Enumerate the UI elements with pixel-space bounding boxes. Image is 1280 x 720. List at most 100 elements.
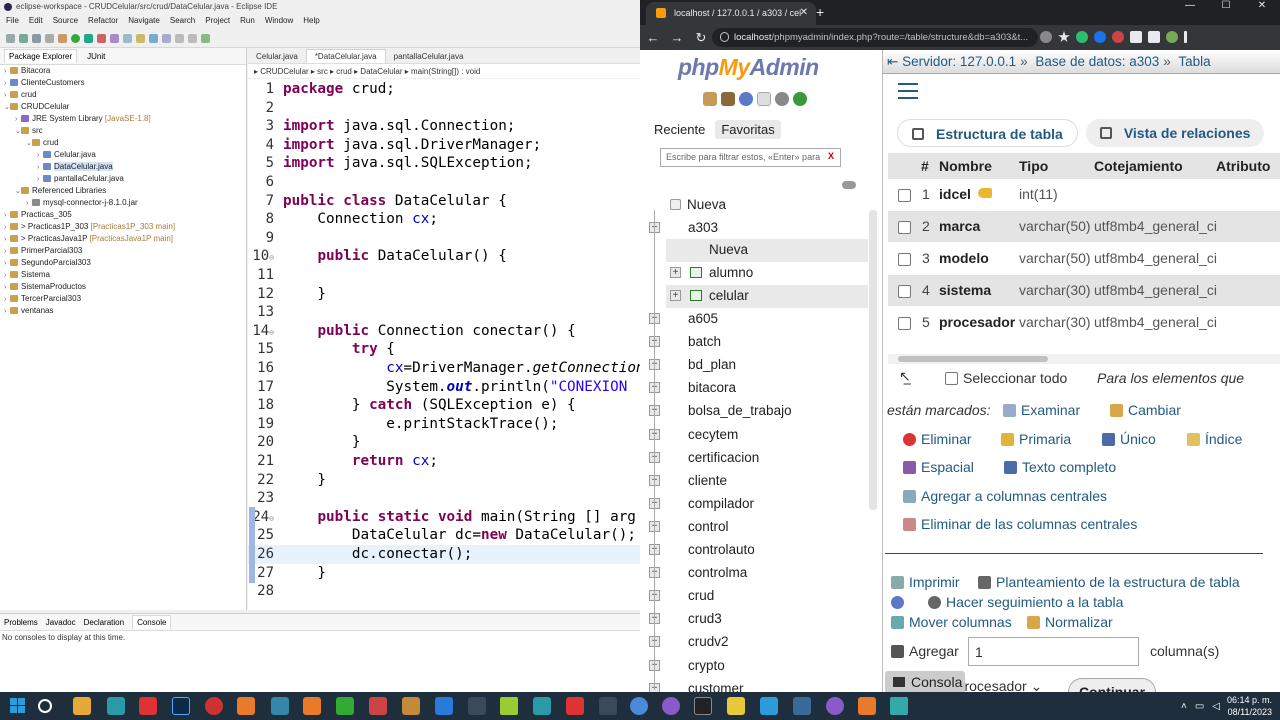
clock[interactable]: 06:14 p. m. 08/11/2023 [1227,694,1272,718]
tab-console[interactable]: Console [132,615,172,629]
table-horizontal-scrollbar[interactable] [888,354,1280,364]
save-icon[interactable] [19,33,28,43]
bookmark-star-icon[interactable] [1058,31,1070,42]
tab-problems[interactable]: Problems [4,618,38,627]
table-row[interactable]: 1 idcel int(11) [888,179,1280,210]
code-line[interactable]: 18 } catch (SQLException e) { [248,396,640,415]
xampp-icon[interactable] [237,697,255,715]
tab-javadoc[interactable]: Javadoc [46,618,76,627]
row-checkbox[interactable] [898,189,911,202]
app-yellow-icon[interactable] [727,697,745,715]
back-arrow-icon[interactable]: ← [642,30,664,45]
app-teal-icon[interactable] [271,697,289,715]
tab-datacelular-java[interactable]: *DataCelular.java [305,49,386,63]
chevron-up-icon[interactable]: ˄ [1181,701,1187,712]
code-line[interactable]: 26 dc.conectar(); [248,545,640,564]
close-tab-icon[interactable]: ✕ [800,7,808,18]
vscode-icon[interactable] [435,697,453,715]
examinar-button[interactable]: Examinar [1003,402,1080,418]
tree-item[interactable]: › crud [0,89,246,101]
tab-reciente[interactable]: Reciente [648,120,712,139]
forward-arrow-icon[interactable]: → [666,30,688,45]
tree-db-item[interactable]: +controlma [640,562,868,585]
seguimiento-link[interactable]: Hacer seguimiento a la tabla [928,594,1123,610]
code-line[interactable]: 2 [248,99,640,118]
tab-estructura-tabla[interactable]: Estructura de tabla [897,119,1078,147]
tree-db-item[interactable]: +certificacion [640,447,868,470]
app-circle-icon[interactable] [205,697,223,715]
menu-refactor[interactable]: Refactor [88,16,118,27]
editor-breadcrumb[interactable]: ▸ CRUDCelular ▸ src ▸ crud ▸ DataCelular… [248,64,640,79]
new-icon[interactable] [6,33,15,43]
code-line[interactable]: 14⊖ public Connection conectar() { [248,322,640,341]
browser-tab[interactable]: localhost / 127.0.0.1 / a303 / cel ✕ [646,2,816,25]
tree-item[interactable]: ⌄ CRUDCelular [0,101,246,113]
col-cotejamiento[interactable]: Cotejamiento [1094,158,1183,174]
collapse-all-icon[interactable] [842,181,856,189]
app-lime-icon[interactable] [500,697,518,715]
file-explorer-icon[interactable] [73,697,91,715]
menu-help[interactable]: Help [303,16,319,27]
code-line[interactable]: 5 import java.sql.SQLException; [248,154,640,173]
tree-item[interactable]: › SegundoParcial303 [0,257,246,269]
phpmyadmin-logo[interactable]: phpMyAdmin [678,54,819,81]
search-taskbar-icon[interactable] [38,699,52,713]
tab-celular-java[interactable]: Celular.java [248,50,306,63]
select-all-checkbox[interactable]: Seleccionar todo [945,370,1067,386]
tree-item[interactable]: › > PracticasJava1P [PracticasJava1P main… [0,233,246,245]
code-line[interactable]: 16 cx=DriverManager.getConnection [248,359,640,378]
code-line[interactable]: 15 try { [248,340,640,359]
tree-item[interactable]: › TercerParcial303 [0,293,246,305]
help-icon[interactable] [739,92,753,106]
code-line[interactable]: 1 package crud; [248,80,640,99]
code-line[interactable]: 19 e.printStackTrace(); [248,415,640,434]
tree-table-celular[interactable]: + celular [666,285,868,308]
terminal-icon[interactable] [694,697,712,715]
col-atributo[interactable]: Atributo [1216,158,1270,174]
perspective-icon[interactable] [201,33,210,43]
tree-db-item[interactable]: +bd_plan [640,354,868,377]
network-icon[interactable]: ▭ [1195,701,1204,712]
app-dark-icon[interactable] [468,697,486,715]
tree-db-item[interactable]: +controlauto [640,539,868,562]
eliminar-columnas-centrales-button[interactable]: Eliminar de las columnas centrales [903,516,1137,532]
app-brown-icon[interactable] [402,697,420,715]
expand-node-icon[interactable]: + [670,267,681,278]
tree-item[interactable]: ⌄ src [0,125,246,137]
code-line[interactable]: 7 public class DataCelular { [248,192,640,211]
more-menu-icon[interactable] [1184,31,1187,43]
tab-vista-relaciones[interactable]: Vista de relaciones [1085,119,1265,147]
tree-item[interactable]: ⌄ crud [0,137,246,149]
print-icon[interactable] [45,33,54,43]
external-tools-icon[interactable] [97,33,106,43]
app-steel-icon[interactable] [793,697,811,715]
clear-filter-icon[interactable]: X [828,151,834,161]
app-red3-icon[interactable] [566,697,584,715]
tree-db-a303[interactable]: −a303 [640,217,868,240]
agregar-columnas-input[interactable]: 1 [968,637,1139,666]
menu-file[interactable]: File [6,16,19,27]
back-icon[interactable] [175,33,184,43]
tree-db-item[interactable]: +bitacora [640,377,868,400]
windows-start-icon[interactable] [10,698,26,714]
address-bar[interactable]: localhost/phpmyadmin/index.php?route=/ta… [712,28,1038,47]
tree-db-item[interactable]: +compilador [640,493,868,516]
tree-item[interactable]: › ClienteCustomers [0,77,246,89]
tree-table-alumno[interactable]: + alumno [640,262,868,285]
photoshop-icon[interactable] [172,697,190,715]
tree-item[interactable]: › Bitacora [0,65,246,77]
tree-item[interactable]: › Practicas_305 [0,209,246,221]
code-line[interactable]: 3 import java.sql.Connection; [248,117,640,136]
table-row[interactable]: 3 modelo varchar(50) utf8mb4_general_ci [888,243,1280,274]
tree-item[interactable]: › Celular.java [0,149,246,161]
reload-icon[interactable]: ↻ [690,30,712,46]
eclipse-taskbar-icon[interactable] [662,697,680,715]
tree-db-item[interactable]: +cliente [640,470,868,493]
db-filter-input[interactable]: Escribe para filtrar estos, «Enter» para… [660,148,841,167]
tab-declaration[interactable]: Declaration [84,618,124,627]
xampp2-icon[interactable] [303,697,321,715]
tree-db-item[interactable]: +control [640,516,868,539]
translate-icon[interactable] [1040,31,1052,43]
menu-project[interactable]: Project [205,16,230,27]
tree-item[interactable]: › DataCelular.java [0,161,246,173]
